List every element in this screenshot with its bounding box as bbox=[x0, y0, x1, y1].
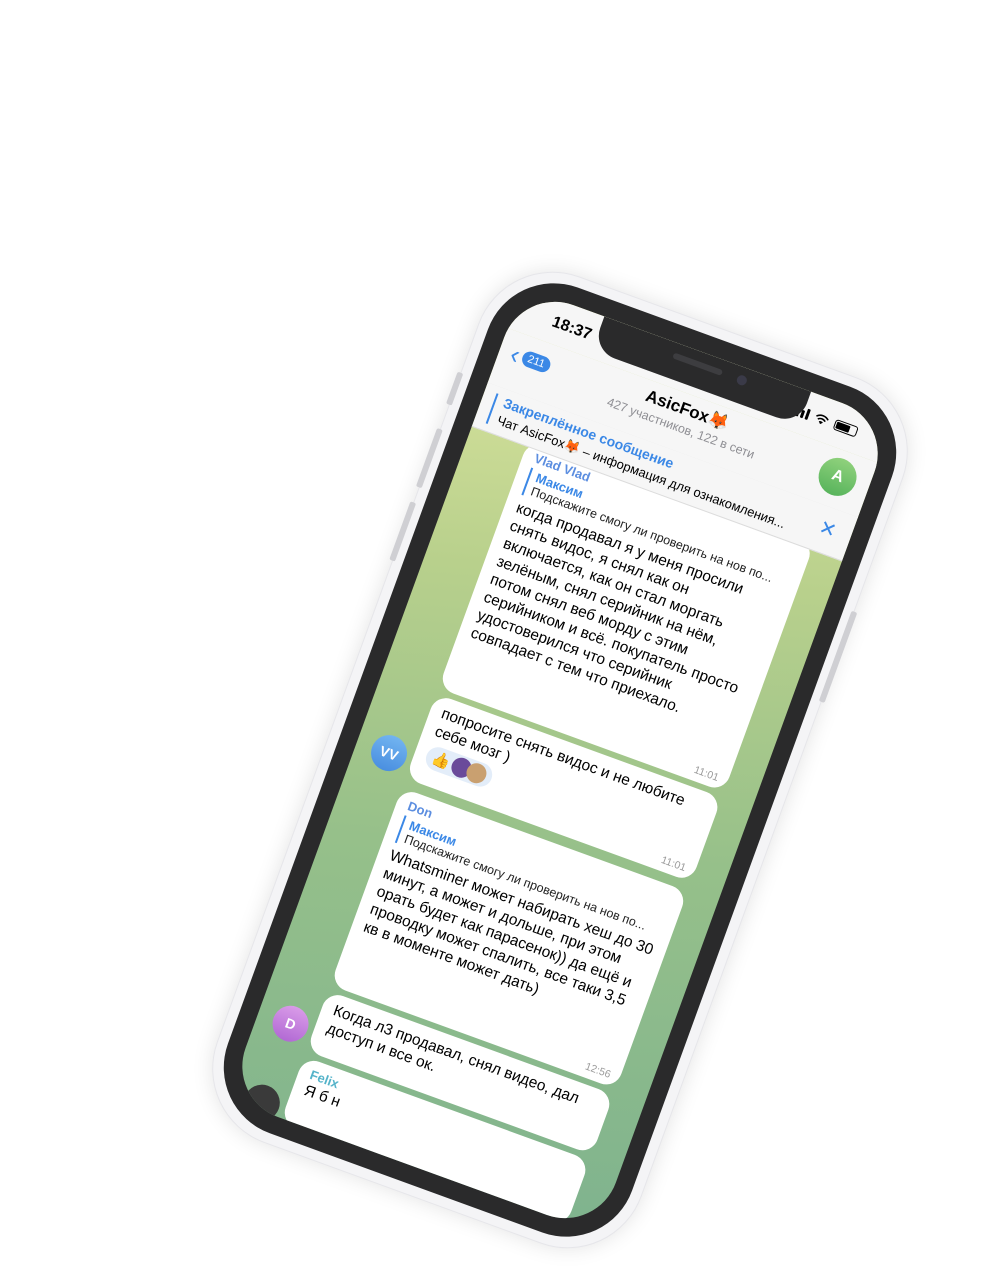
avatar[interactable]: VV bbox=[365, 730, 413, 777]
phone-mockup: 18:37 ‹ 211 AsicFox🦊 427 участников, 122… bbox=[191, 250, 929, 1270]
close-icon[interactable]: ✕ bbox=[816, 516, 839, 542]
message-time: 11:01 bbox=[659, 854, 688, 875]
speaker bbox=[672, 352, 724, 376]
message-list[interactable]: Vlad Vlad Максим Подскажите смогу ли про… bbox=[227, 426, 842, 1234]
front-camera bbox=[735, 373, 749, 387]
wifi-icon bbox=[816, 414, 829, 425]
avatar[interactable] bbox=[238, 1079, 285, 1126]
avatar[interactable]: D bbox=[267, 1000, 314, 1047]
message-time: 11:01 bbox=[692, 763, 721, 784]
phone-frame: 18:37 ‹ 211 AsicFox🦊 427 участников, 122… bbox=[204, 263, 916, 1257]
battery-icon bbox=[832, 418, 859, 438]
status-time: 18:37 bbox=[549, 313, 594, 344]
thumbs-up-icon: 👍 bbox=[429, 749, 453, 772]
message-time: 12:56 bbox=[583, 1060, 613, 1081]
